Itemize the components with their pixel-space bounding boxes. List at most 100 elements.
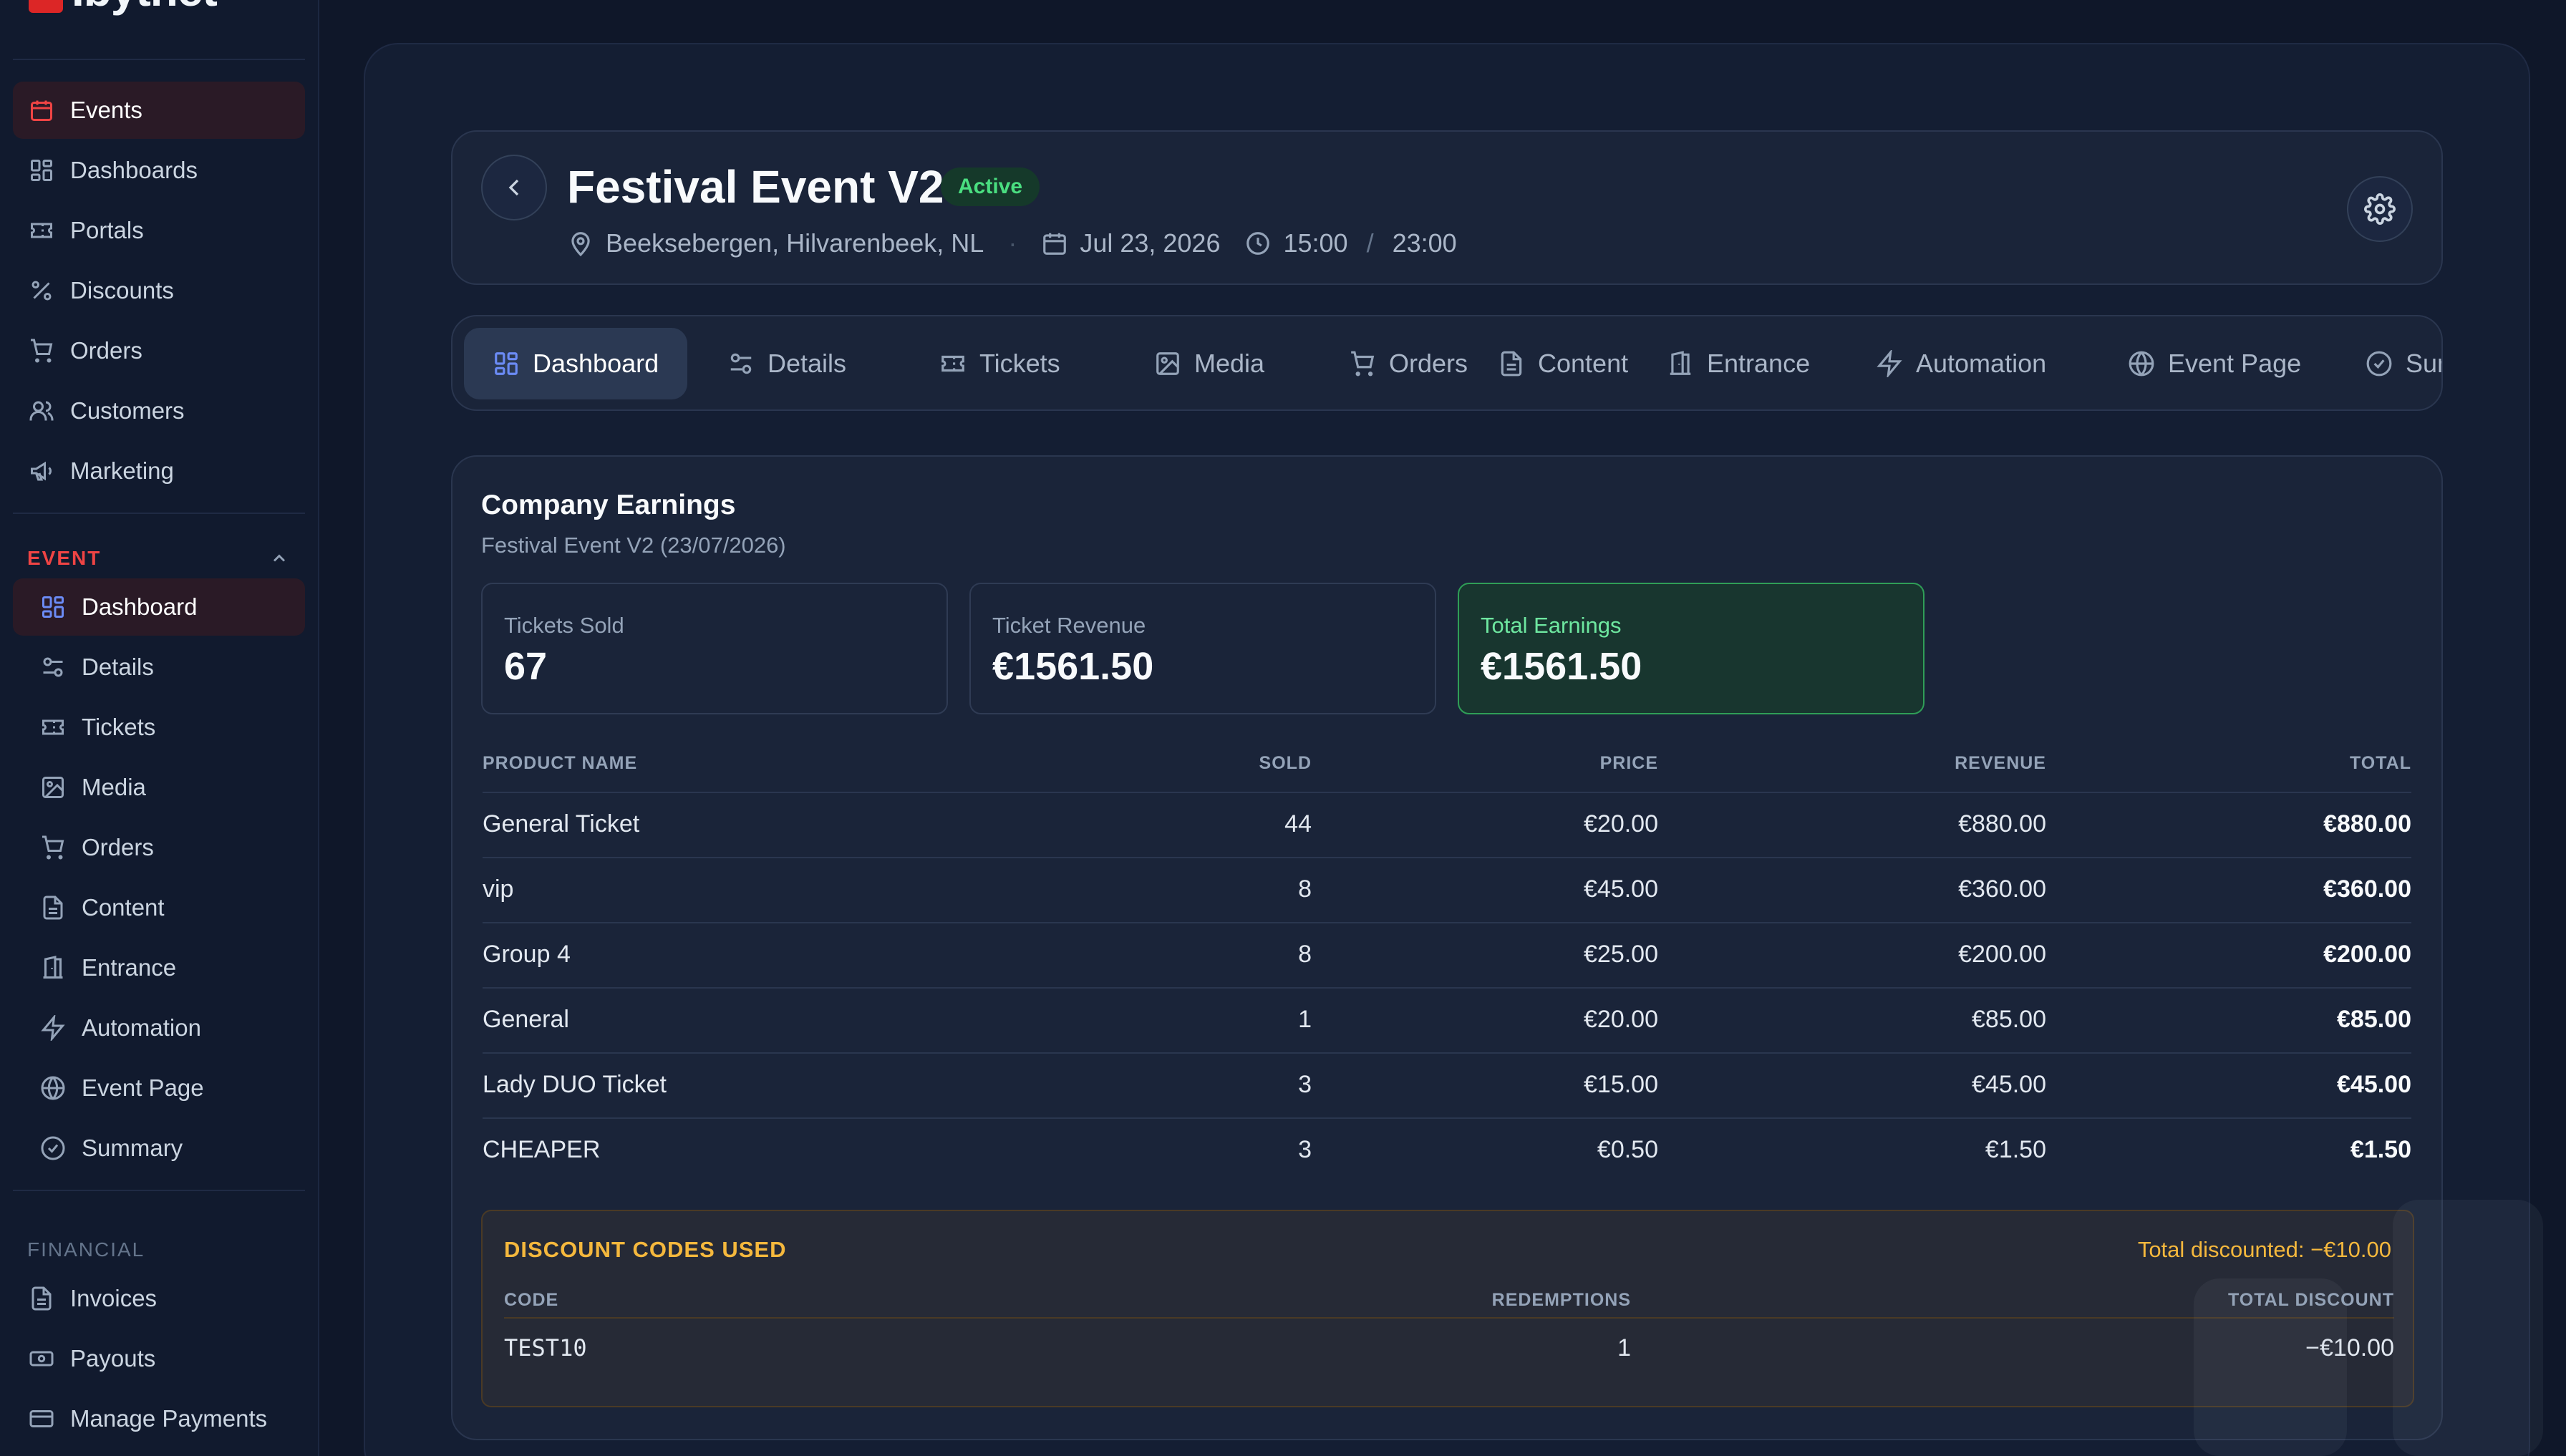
tab-details[interactable]: Details — [699, 328, 875, 399]
cell-price: €20.00 — [1584, 810, 1658, 838]
tab-entrance[interactable]: Entrance — [1638, 328, 1839, 399]
sidebar-item-portals[interactable]: Portals — [13, 202, 305, 259]
lightning-icon — [1877, 350, 1902, 377]
sidebar-item-event-entrance[interactable]: Entrance — [13, 939, 305, 996]
event-end-time: 23:00 — [1392, 228, 1457, 258]
tab-event-page[interactable]: Event Page — [2099, 328, 2330, 399]
cell-price: €20.00 — [1584, 1006, 1658, 1033]
cell-product: General — [483, 1006, 569, 1033]
event-location: Beeksebergen, Hilvarenbeek, NL — [606, 228, 984, 258]
sidebar-item-manage-payments[interactable]: Manage Payments — [13, 1390, 305, 1447]
tab-label: Orders — [1389, 349, 1468, 378]
sidebar-item-label: Discounts — [70, 277, 174, 304]
brand-logo[interactable]: Ibytnet — [29, 0, 218, 13]
sidebar-item-label: Payouts — [70, 1345, 156, 1372]
sidebar-item-label: Entrance — [82, 954, 177, 981]
cell-sold: 44 — [1284, 810, 1312, 838]
sidebar-item-label: Portals — [70, 217, 144, 243]
sidebar-item-events[interactable]: Events — [13, 82, 305, 139]
sidebar-item-label: Dashboards — [70, 157, 198, 183]
stat-label: Ticket Revenue — [992, 613, 1146, 638]
sidebar-item-event-orders[interactable]: Orders — [13, 819, 305, 876]
sidebar-item-orders[interactable]: Orders — [13, 322, 305, 379]
sidebar-item-event-dashboard[interactable]: Dashboard — [13, 578, 305, 636]
tab-label: Event Page — [2168, 349, 2302, 378]
check-circle-icon — [2366, 351, 2392, 377]
cell-total: €880.00 — [2323, 810, 2411, 838]
sidebar-item-event-tickets[interactable]: Tickets — [13, 699, 305, 756]
page-title: Festival Event V2 — [567, 161, 944, 213]
map-pin-icon — [571, 232, 590, 257]
tab-automation[interactable]: Automation — [1847, 328, 2075, 399]
sidebar-item-label: Tickets — [82, 714, 156, 740]
settings-button[interactable] — [2347, 176, 2413, 242]
tab-dashboard[interactable]: Dashboard — [464, 328, 688, 399]
globe-icon — [2129, 351, 2154, 377]
tab-media[interactable]: Media — [1125, 328, 1293, 399]
column-header-redemptions: REDEMPTIONS — [1491, 1290, 1631, 1310]
sidebar-item-discounts[interactable]: Discounts — [13, 262, 305, 319]
sidebar-item-event-details[interactable]: Details — [13, 639, 305, 696]
ticket-icon — [941, 355, 964, 372]
image-icon — [1156, 352, 1179, 375]
tab-tickets[interactable]: Tickets — [911, 328, 1089, 399]
overlay-placeholder — [2393, 1200, 2543, 1456]
overlay-placeholder — [2194, 1278, 2347, 1456]
discount-codes-panel: DISCOUNT CODES USED Total discounted: −€… — [481, 1210, 2414, 1407]
sliders-icon — [43, 657, 63, 677]
column-header-price[interactable]: PRICE — [1600, 753, 1658, 774]
column-header-sold[interactable]: SOLD — [1259, 753, 1312, 774]
sidebar: Ibytnet Events Dashboards Portals Discou… — [0, 0, 319, 1456]
sidebar-item-invoices[interactable]: Invoices — [13, 1270, 305, 1327]
ticket-icon — [31, 223, 52, 238]
sidebar-item-marketing[interactable]: Marketing — [13, 442, 305, 500]
company-earnings-card: Company Earnings Festival Event V2 (23/0… — [451, 455, 2443, 1440]
chevron-left-icon — [508, 179, 519, 196]
tab-label: Dashboard — [533, 349, 659, 378]
sidebar-item-event-media[interactable]: Media — [13, 759, 305, 816]
cell-total: €1.50 — [2350, 1136, 2411, 1163]
tab-content[interactable]: Content — [1469, 328, 1657, 399]
cell-price: €25.00 — [1584, 941, 1658, 968]
stat-label: Total Earnings — [1481, 613, 1622, 638]
table-row: Group 4 8 €25.00 €200.00 €200.00 — [483, 922, 2411, 987]
cell-total: €45.00 — [2337, 1071, 2411, 1098]
cell-revenue: €45.00 — [1972, 1071, 2046, 1098]
sidebar-item-label: Customers — [70, 397, 185, 424]
table-row: General Ticket 44 €20.00 €880.00 €880.00 — [483, 792, 2411, 857]
sidebar-item-event-page[interactable]: Event Page — [13, 1059, 305, 1117]
cell-total: €85.00 — [2337, 1006, 2411, 1033]
cell-product: vip — [483, 875, 514, 903]
sidebar-item-label: Orders — [82, 834, 154, 860]
column-header-revenue[interactable]: REVENUE — [1955, 753, 2046, 774]
gear-icon — [2364, 193, 2396, 225]
back-button[interactable] — [481, 155, 547, 220]
tab-label: Summary — [2406, 349, 2441, 378]
event-start-time: 15:00 — [1283, 228, 1348, 258]
tab-label: Entrance — [1707, 349, 1811, 378]
chevron-up-icon[interactable] — [269, 548, 289, 568]
cell-code: TEST10 — [504, 1334, 587, 1362]
tab-summary[interactable]: Summary — [2337, 328, 2441, 399]
cell-product: Group 4 — [483, 941, 571, 968]
cell-price: €0.50 — [1597, 1136, 1658, 1163]
event-date: Jul 23, 2026 — [1080, 228, 1221, 258]
sidebar-item-payouts[interactable]: Payouts — [13, 1330, 305, 1387]
sidebar-item-event-automation[interactable]: Automation — [13, 999, 305, 1057]
cell-sold: 1 — [1298, 1006, 1312, 1033]
sidebar-item-event-summary[interactable]: Summary — [13, 1120, 305, 1177]
stat-ticket-revenue: Ticket Revenue €1561.50 — [969, 583, 1436, 714]
sidebar-item-label: Orders — [70, 337, 142, 364]
sidebar-item-dashboards[interactable]: Dashboards — [13, 142, 305, 199]
column-header-total[interactable]: TOTAL — [2350, 753, 2411, 774]
megaphone-icon — [31, 461, 52, 481]
stat-value: €1561.50 — [1481, 645, 1642, 688]
sidebar-item-customers[interactable]: Customers — [13, 382, 305, 440]
check-circle-icon — [41, 1136, 65, 1160]
sidebar-item-event-content[interactable]: Content — [13, 879, 305, 936]
column-header-product[interactable]: PRODUCT NAME — [483, 753, 637, 774]
sidebar-item-label: Automation — [82, 1014, 201, 1041]
event-meta: Beeksebergen, Hilvarenbeek, NL · Jul 23,… — [567, 223, 1457, 263]
sidebar-item-label: Marketing — [70, 457, 174, 484]
logo-mark — [29, 0, 63, 13]
